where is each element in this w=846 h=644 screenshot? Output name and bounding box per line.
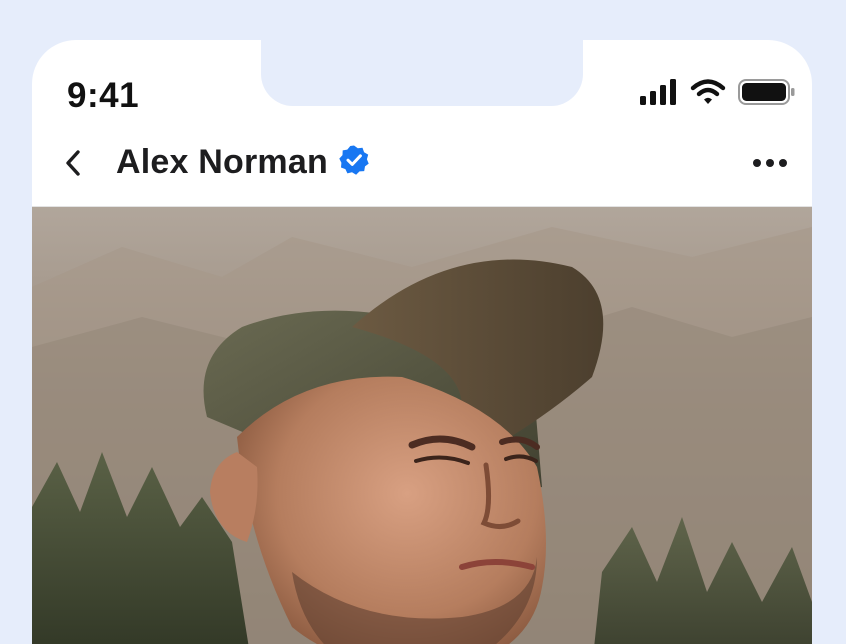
profile-photo [32,206,812,644]
wifi-icon [690,79,726,105]
page-background: 9:41 Alex Norman [0,0,846,644]
more-options-button[interactable] [752,150,788,176]
phone-frame: 9:41 Alex Norman [32,40,812,644]
cellular-signal-icon [640,79,678,105]
profile-name: Alex Norman [116,143,328,181]
battery-icon [738,78,796,106]
profile-title: Alex Norman [116,143,370,182]
status-icons [640,78,796,106]
chevron-left-icon [66,150,80,176]
profile-header: Alex Norman [32,136,812,206]
status-time: 9:41 [67,76,140,115]
verified-badge-icon [338,144,370,181]
more-horizontal-icon [753,159,787,167]
back-button[interactable] [58,148,88,178]
phone-notch [261,40,583,106]
